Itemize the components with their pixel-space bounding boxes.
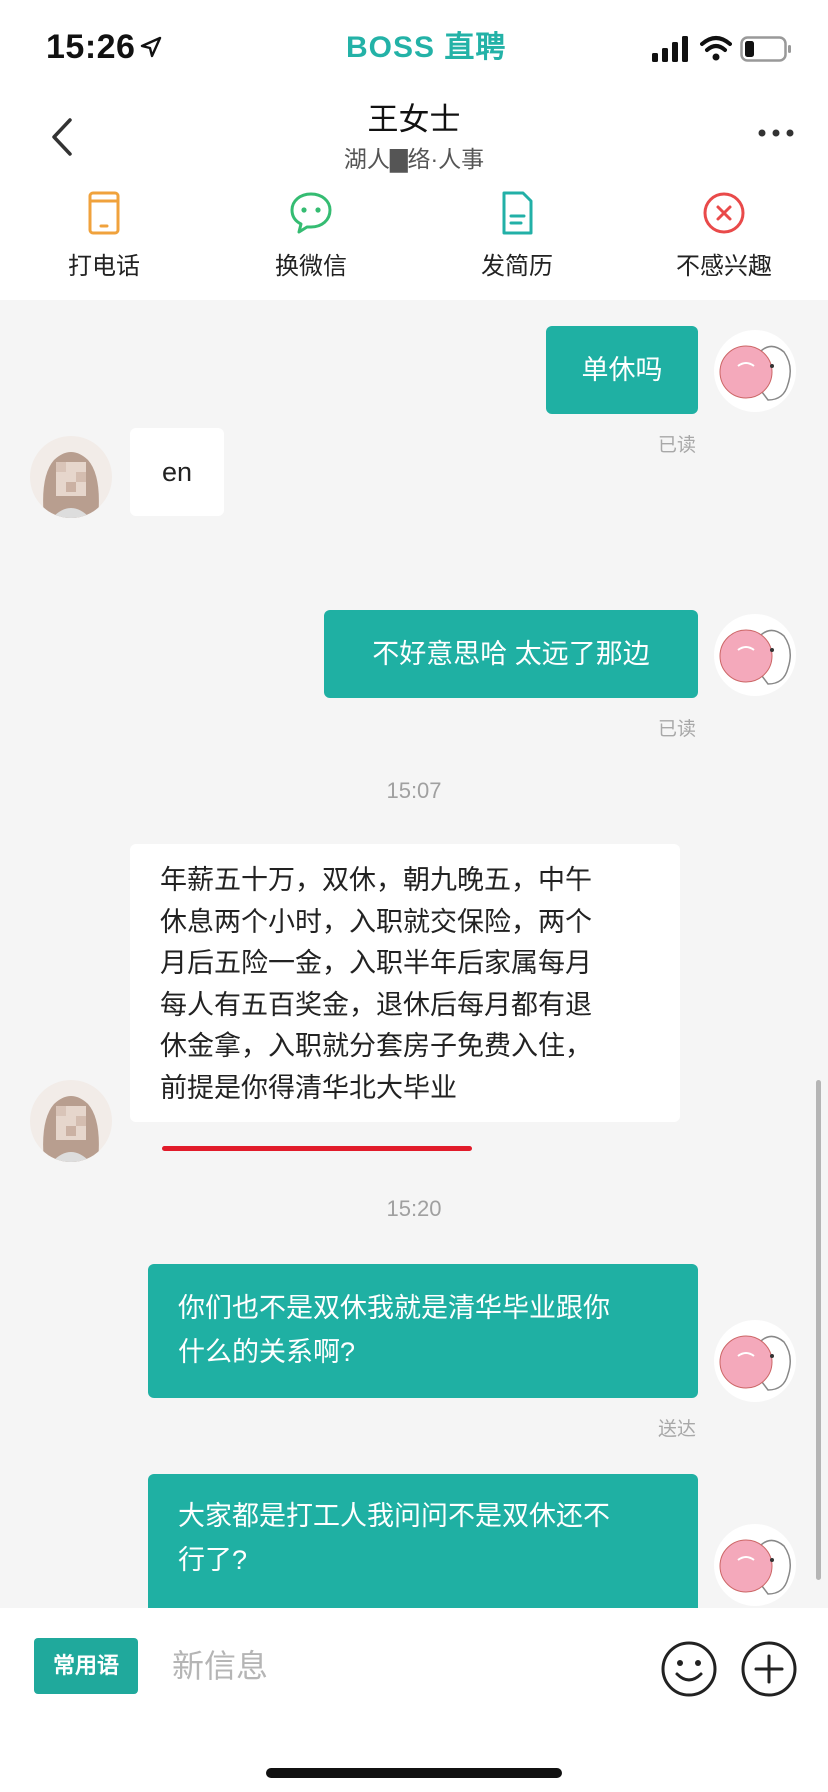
my-avatar-image [714, 614, 796, 696]
message-bubble-received[interactable]: en [130, 428, 224, 516]
send-resume-button[interactable]: 发简历 [427, 190, 607, 281]
message-line: 你们也不是双休我就是清华毕业跟你 [178, 1293, 610, 1323]
message-bubble-sent[interactable]: 大家都是打工人我问问不是双休还不 行了? [148, 1474, 698, 1608]
contact-company-role: 湖人▇络·人事 [343, 146, 485, 172]
home-indicator [266, 1768, 562, 1778]
message-bubble-sent[interactable]: 不好意思哈 太远了那边 [324, 610, 698, 698]
message-line: 每人有五百奖金，退休后每月都有退 [160, 989, 592, 1020]
contact-name: 王女士 [367, 102, 461, 137]
recruiter-avatar[interactable] [30, 1080, 112, 1162]
battery-icon [740, 36, 791, 62]
message-timestamp: 15:07 [386, 778, 442, 803]
call-label: 打电话 [68, 253, 140, 280]
new-message-input[interactable] [172, 1636, 632, 1696]
message-line: 大家都是打工人我问问不是双休还不 [178, 1501, 610, 1531]
my-avatar-image [714, 1320, 796, 1402]
common-phrases-button[interactable]: 常用语 [34, 1638, 138, 1694]
emoji-icon[interactable] [660, 1640, 718, 1698]
read-receipt: 已读 [658, 435, 697, 456]
my-avatar[interactable] [714, 330, 796, 412]
app-brand: BOSS 直聘 [346, 31, 507, 64]
not-interested-button[interactable]: 不感兴趣 [634, 190, 814, 281]
status-time: 15:26 [46, 28, 136, 66]
chat-message-list[interactable]: 单休吗 已读 en 不好意思哈 太远了那边 已读 15:07 年薪五十万，双休，… [0, 300, 828, 1608]
message-bubble-sent[interactable]: 单休吗 [546, 326, 698, 414]
message-bubble-sent[interactable]: 你们也不是双休我就是清华毕业跟你 什么的关系啊? [148, 1264, 698, 1398]
delivered-receipt: 送达 [658, 1419, 697, 1440]
message-line: 年薪五十万，双休，朝九晚五，中午 [160, 865, 592, 895]
quick-actions-bar: 打电话 换微信 发简历 不感兴趣 [0, 190, 828, 290]
phone-icon [88, 191, 120, 235]
location-arrow-icon [140, 36, 162, 58]
send-resume-label: 发简历 [481, 253, 553, 280]
message-line: 什么的关系啊? [178, 1337, 356, 1367]
exchange-wechat-label: 换微信 [275, 253, 347, 280]
chat-header: 王女士 湖人▇络·人事 打电话 换微信 发简历 不感兴趣 [0, 92, 828, 300]
my-avatar[interactable] [714, 1524, 796, 1606]
more-options-icon[interactable] [756, 126, 796, 140]
wechat-icon [290, 192, 332, 234]
resume-icon [502, 191, 533, 235]
message-input-bar: 常用语 [0, 1608, 828, 1792]
my-avatar-image [714, 330, 796, 412]
message-line: 休金拿，入职就分套房子免费入住， [160, 1031, 592, 1061]
read-receipt: 已读 [658, 719, 697, 740]
message-line: 月后五险一金，入职半年后家属每月 [160, 948, 592, 978]
call-button[interactable]: 打电话 [14, 190, 194, 281]
my-avatar[interactable] [714, 1320, 796, 1402]
wifi-icon [700, 36, 732, 61]
message-bubble-received[interactable]: 年薪五十万，双休，朝九晚五，中午 休息两个小时，入职就交保险，两个 月后五险一金… [130, 844, 680, 1122]
recruiter-avatar[interactable] [30, 436, 112, 518]
message-line: 行了? [178, 1545, 248, 1575]
cell-signal-icon [652, 36, 688, 62]
message-line: 前提是你得清华北大毕业 [160, 1072, 457, 1103]
not-interested-label: 不感兴趣 [676, 253, 772, 280]
chat-scrollbar[interactable] [816, 1080, 821, 1580]
recruiter-avatar-image [30, 1080, 112, 1162]
status-bar: 15:26 BOSS 直聘 [0, 0, 828, 92]
my-avatar-image [714, 1524, 796, 1606]
my-avatar[interactable] [714, 614, 796, 696]
not-interested-icon [703, 192, 745, 234]
red-underline-annotation [162, 1146, 472, 1151]
message-timestamp: 15:20 [386, 1196, 442, 1221]
message-line: 休息两个小时，入职就交保险，两个 [160, 906, 592, 937]
exchange-wechat-button[interactable]: 换微信 [221, 190, 401, 281]
add-attachment-icon[interactable] [740, 1640, 798, 1698]
recruiter-avatar-image [30, 436, 112, 518]
